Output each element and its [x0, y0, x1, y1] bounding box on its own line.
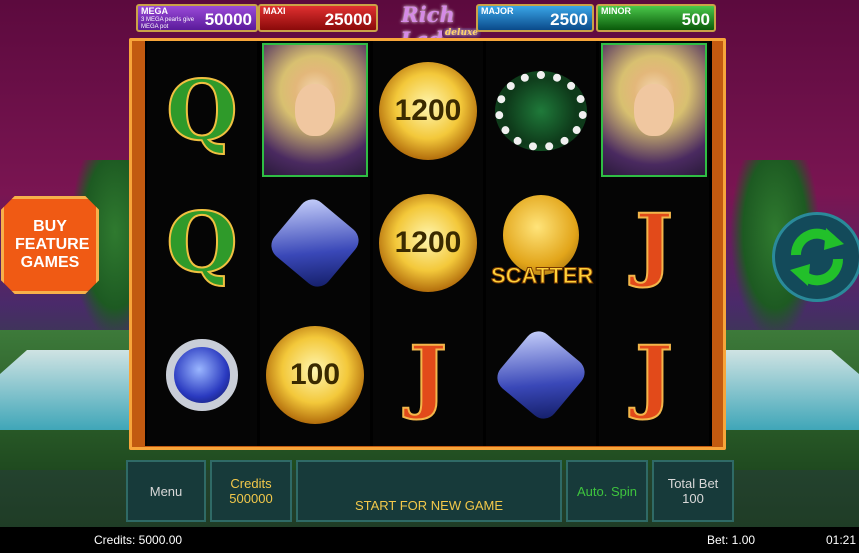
- game-logo: Rich Lady deluxe: [382, 2, 482, 52]
- gold-orb-icon: 1200: [375, 177, 481, 308]
- jackpot-minor: MINOR 500: [596, 4, 716, 32]
- reel-4: SCATTER: [486, 41, 596, 446]
- sapphire-ring-icon: [149, 309, 255, 440]
- jack-red-icon: J: [601, 177, 707, 308]
- status-clock: 01:21: [826, 533, 857, 547]
- reel-2: 100: [260, 41, 370, 446]
- spin-button[interactable]: [772, 212, 859, 302]
- orb-value: 1200: [394, 225, 462, 259]
- jackpot-major: MAJOR 2500: [476, 4, 594, 32]
- queen-green-icon: Q: [149, 45, 255, 176]
- pool-left: [0, 350, 135, 430]
- symbol-label: Q: [165, 62, 238, 160]
- menu-button[interactable]: Menu: [126, 460, 206, 522]
- refresh-arrows-icon: [790, 228, 844, 286]
- jackpot-mega-value: 50000: [204, 10, 252, 29]
- symbol-label: J: [634, 327, 674, 423]
- jackpot-mega-note: 3 MEGA pearls give MEGA pot: [141, 17, 195, 30]
- rich-lady-icon: [601, 43, 707, 177]
- reel-5: J J: [599, 41, 709, 446]
- reel-3: 1200 1200 J: [373, 41, 483, 446]
- reel-area: Q Q 100 1200 1200 J SCATTER J J: [145, 41, 712, 446]
- pearl-necklace-icon: [488, 45, 594, 176]
- total-bet-label: Total Bet: [667, 476, 719, 491]
- jack-red-icon: J: [375, 309, 481, 440]
- auto-spin-button[interactable]: Auto. Spin: [566, 460, 648, 522]
- diamond-pendant-icon: [262, 177, 368, 308]
- start-new-game-button[interactable]: START FOR NEW GAME: [296, 460, 562, 522]
- symbol-label: J: [408, 327, 448, 423]
- jackpot-major-value: 2500: [550, 10, 588, 29]
- jackpot-maxi-label: MAXI: [263, 6, 286, 16]
- status-bar: Credits: 5000.00 Bet: 1.00 01:21: [0, 527, 859, 553]
- scatter-coin-icon: SCATTER: [488, 177, 594, 308]
- jackpot-mega-label: MEGA: [141, 6, 168, 16]
- symbol-label: J: [634, 195, 674, 291]
- credits-label: Credits: [230, 476, 272, 491]
- symbol-label: Q: [165, 194, 238, 292]
- status-credits: Credits: 5000.00: [94, 533, 183, 547]
- orb-value: 100: [289, 357, 341, 391]
- jackpot-maxi: MAXI 25000: [258, 4, 378, 32]
- start-label: START FOR NEW GAME: [354, 497, 504, 513]
- scatter-label: SCATTER: [491, 262, 594, 288]
- diamond-pendant-icon: [488, 309, 594, 440]
- gold-orb-icon: 100: [262, 309, 368, 440]
- queen-green-icon: Q: [149, 177, 255, 308]
- orb-value: 1200: [394, 93, 462, 127]
- jackpot-minor-label: MINOR: [601, 6, 631, 16]
- rich-lady-icon: [262, 43, 368, 177]
- reel-1: Q Q: [147, 41, 257, 446]
- credits-display[interactable]: Credits 500000: [210, 460, 292, 522]
- buy-feature-games-button[interactable]: BUY FEATURE GAMES: [1, 196, 99, 294]
- total-bet-display[interactable]: Total Bet 100: [652, 460, 734, 522]
- credits-value: 500000: [229, 491, 273, 506]
- status-bet: Bet: 1.00: [707, 533, 756, 547]
- jackpot-maxi-value: 25000: [324, 10, 372, 29]
- jackpot-major-label: MAJOR: [481, 6, 514, 16]
- auto-spin-label: Auto. Spin: [577, 483, 637, 499]
- total-bet-value: 100: [682, 491, 704, 506]
- jackpot-mega: MEGA 3 MEGA pearls give MEGA pot 50000: [136, 4, 258, 32]
- buy-feature-label: BUY FEATURE GAMES: [15, 218, 90, 271]
- jack-red-icon: J: [601, 309, 707, 440]
- pool-right: [719, 350, 859, 430]
- menu-label: Menu: [149, 483, 183, 499]
- gold-orb-icon: 1200: [375, 45, 481, 176]
- jackpot-minor-value: 500: [681, 10, 710, 29]
